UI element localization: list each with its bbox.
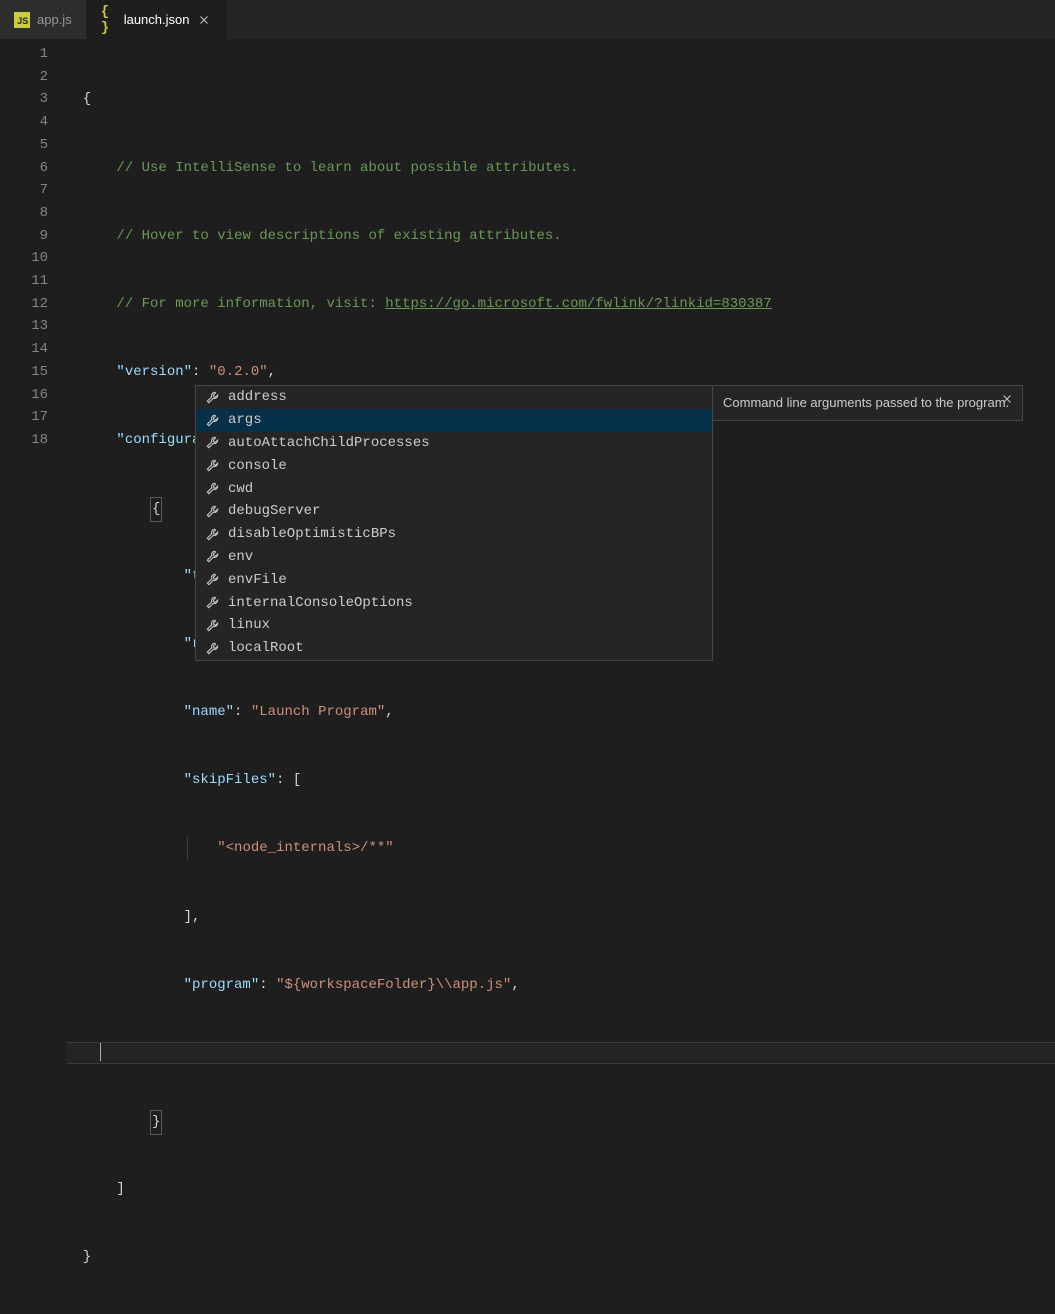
line-number: 9	[0, 225, 66, 248]
wrench-icon	[204, 389, 220, 405]
code-content[interactable]: { // Use IntelliSense to learn about pos…	[66, 39, 1055, 1314]
line-number: 5	[0, 134, 66, 157]
line-number: 17	[0, 406, 66, 429]
wrench-icon	[204, 640, 220, 656]
line-number: 12	[0, 293, 66, 316]
line-number: 11	[0, 270, 66, 293]
json-string: "Launch Program"	[251, 704, 385, 720]
suggest-item[interactable]: console	[196, 454, 712, 477]
close-icon[interactable]	[196, 12, 212, 28]
json-icon: { }	[101, 12, 117, 28]
json-key: "skipFiles"	[184, 772, 276, 788]
tab-label: launch.json	[124, 12, 190, 27]
suggest-widget: address args autoAttachChildProcesses conso…	[195, 385, 713, 661]
suggest-item-label: debugServer	[228, 503, 320, 519]
suggest-item-label: address	[228, 389, 287, 405]
line-number: 18	[0, 429, 66, 452]
cursor	[100, 1043, 101, 1061]
suggest-item-label: localRoot	[228, 640, 304, 656]
line-number: 1	[0, 43, 66, 66]
suggest-item[interactable]: envFile	[196, 568, 712, 591]
json-string: "${workspaceFolder}\\app.js"	[276, 977, 511, 993]
suggest-item-label: cwd	[228, 481, 253, 497]
suggest-item-label: args	[228, 412, 262, 428]
code-editor[interactable]: 123456789101112131415161718 { // Use Int…	[0, 39, 1055, 1314]
suggest-item[interactable]: env	[196, 546, 712, 569]
json-key: "name"	[184, 704, 234, 720]
line-number: 4	[0, 111, 66, 134]
line-number: 15	[0, 361, 66, 384]
line-gutter: 123456789101112131415161718	[0, 39, 66, 1314]
suggest-item-label: linux	[228, 617, 270, 633]
suggest-item-label: envFile	[228, 572, 287, 588]
suggest-item-label: autoAttachChildProcesses	[228, 435, 430, 451]
tab-app-js[interactable]: JS app.js	[0, 0, 87, 39]
suggest-item[interactable]: autoAttachChildProcesses	[196, 432, 712, 455]
tab-label: app.js	[37, 12, 72, 27]
wrench-icon	[204, 435, 220, 451]
suggest-item[interactable]: internalConsoleOptions	[196, 591, 712, 614]
line-number: 8	[0, 202, 66, 225]
wrench-icon	[204, 617, 220, 633]
wrench-icon	[204, 503, 220, 519]
suggest-item-label: disableOptimisticBPs	[228, 526, 396, 542]
suggest-item-label: console	[228, 458, 287, 474]
line-number: 3	[0, 88, 66, 111]
suggest-item-label: env	[228, 549, 253, 565]
comment-line: // For more information, visit:	[116, 296, 385, 312]
tab-launch-json[interactable]: { } launch.json	[87, 0, 228, 39]
suggest-item[interactable]: localRoot	[196, 637, 712, 660]
line-number: 6	[0, 157, 66, 180]
json-key: "program"	[184, 977, 260, 993]
line-number: 2	[0, 66, 66, 89]
suggest-item[interactable]: linux	[196, 614, 712, 637]
js-icon: JS	[14, 12, 30, 28]
suggest-item[interactable]: disableOptimisticBPs	[196, 523, 712, 546]
line-number: 7	[0, 179, 66, 202]
line-number: 10	[0, 247, 66, 270]
json-string: "<node_internals>/**"	[217, 840, 393, 856]
svg-text:JS: JS	[17, 16, 28, 26]
wrench-icon	[204, 526, 220, 542]
wrench-icon	[204, 572, 220, 588]
wrench-icon	[204, 481, 220, 497]
suggest-item[interactable]: args	[196, 409, 712, 432]
wrench-icon	[204, 595, 220, 611]
wrench-icon	[204, 549, 220, 565]
close-icon[interactable]	[998, 390, 1016, 408]
suggest-doc-widget: Command line arguments passed to the pro…	[712, 385, 1023, 421]
suggest-item[interactable]: address	[196, 386, 712, 409]
wrench-icon	[204, 458, 220, 474]
wrench-icon	[204, 412, 220, 428]
json-key: "version"	[116, 364, 192, 380]
suggest-item[interactable]: cwd	[196, 477, 712, 500]
tab-bar: JS app.js { } launch.json	[0, 0, 1055, 39]
suggest-item-label: internalConsoleOptions	[228, 595, 413, 611]
line-number: 14	[0, 338, 66, 361]
comment-line: // Hover to view descriptions of existin…	[116, 228, 561, 244]
json-string: "0.2.0"	[209, 364, 268, 380]
line-number: 13	[0, 315, 66, 338]
doc-link[interactable]: https://go.microsoft.com/fwlink/?linkid=…	[385, 296, 771, 312]
suggest-item[interactable]: debugServer	[196, 500, 712, 523]
comment-line: // Use IntelliSense to learn about possi…	[116, 160, 578, 176]
suggest-doc-text: Command line arguments passed to the pro…	[723, 395, 1009, 410]
line-number: 16	[0, 384, 66, 407]
